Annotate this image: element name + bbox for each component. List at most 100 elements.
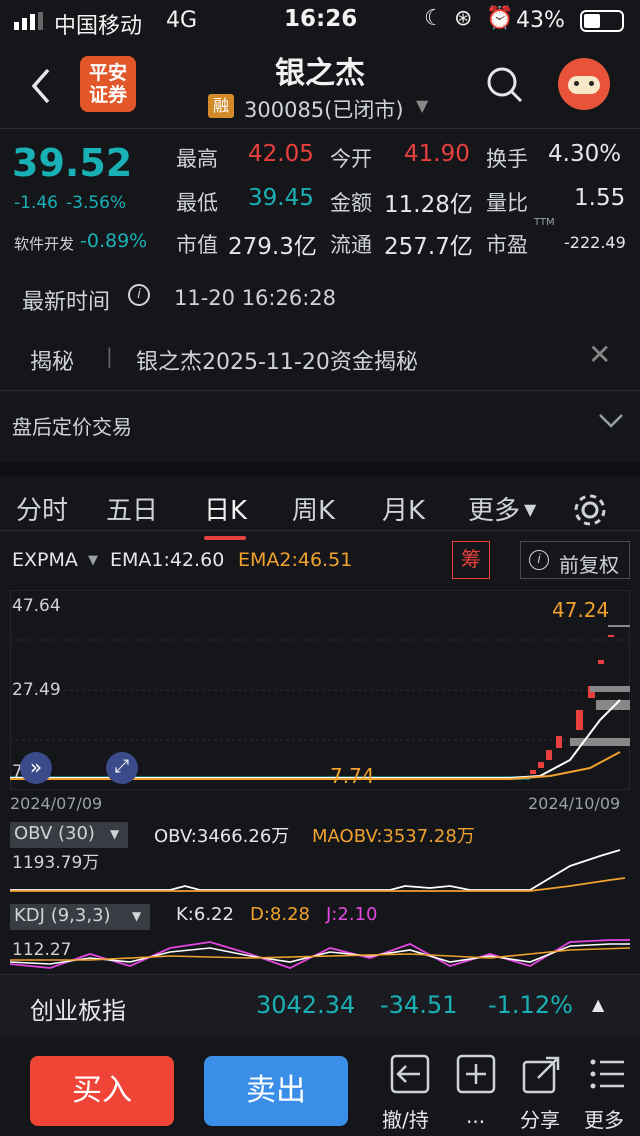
- separator: |: [106, 344, 113, 368]
- menu-icon: [590, 1059, 624, 1089]
- tab-monthly-k[interactable]: 月K: [382, 490, 425, 527]
- info-icon[interactable]: i: [128, 284, 150, 306]
- back-arrow-icon[interactable]: [28, 66, 54, 106]
- expand-left-icon[interactable]: »: [20, 752, 52, 784]
- obv-plot: [10, 849, 626, 892]
- indicator-name[interactable]: EXPMA: [12, 549, 78, 571]
- kdj-k-value: K:6.22: [176, 904, 234, 925]
- tab-more[interactable]: 更多: [468, 490, 520, 527]
- latest-time-label: 最新时间: [22, 290, 111, 315]
- open-label: 今开: [330, 147, 372, 171]
- kdj-name: KDJ (9,3,3): [14, 905, 111, 926]
- kdj-j-value: J:2.10: [326, 904, 378, 925]
- index-name: 创业板指: [30, 997, 126, 1025]
- carrier-label: 中国移动: [54, 14, 143, 39]
- pe-ttm-sup: TTM: [534, 217, 555, 228]
- kdj-d-value: D:8.28: [250, 904, 311, 925]
- tab-daily-k[interactable]: 日K: [204, 490, 247, 527]
- maobv-value: MAOBV:3537.28万: [312, 826, 475, 847]
- fullscreen-icon[interactable]: ⤢: [106, 752, 138, 784]
- open-value: 41.90: [404, 141, 470, 167]
- index-ticker[interactable]: 创业板指 3042.34 -34.51 -1.12% ▲: [0, 974, 640, 1036]
- period-tabs: 分时 五日 日K 周K 月K 更多 ▼: [0, 462, 640, 540]
- date-start: 2024/07/09: [10, 794, 103, 813]
- avatar[interactable]: [558, 58, 610, 110]
- date-end: 2024/10/09: [528, 794, 621, 813]
- more-label: 更多: [584, 1108, 624, 1132]
- alarm-icon: ⏰: [486, 6, 514, 31]
- cancel-hold-button[interactable]: 撤/持: [382, 1050, 438, 1136]
- high-value: 42.05: [248, 141, 314, 167]
- chevron-down-icon[interactable]: ▼: [416, 96, 428, 115]
- index-pct: -1.12%: [488, 991, 573, 1019]
- kdj-selector[interactable]: KDJ (9,3,3) ▼: [10, 904, 150, 930]
- high-label: 最高: [176, 147, 218, 171]
- tab-five-day[interactable]: 五日: [106, 490, 158, 527]
- cancel-order-icon: [390, 1054, 430, 1094]
- kdj-panel: KDJ (9,3,3) ▼ K:6.22 D:8.28 J:2.10 112.2…: [0, 900, 640, 974]
- market-cap-value: 279.3亿: [228, 234, 317, 260]
- current-price: 39.52: [12, 141, 133, 185]
- reveal-banner[interactable]: 揭秘 | 银之杰2025-11-20资金揭秘 ✕: [0, 326, 640, 390]
- share-label: 分享: [520, 1108, 560, 1132]
- battery-icon: [580, 10, 624, 32]
- buy-button[interactable]: 买入: [30, 1056, 174, 1126]
- after-hours-row[interactable]: 盘后定价交易: [0, 390, 640, 450]
- rotation-lock-icon: ⊛: [454, 6, 473, 31]
- caret-down-icon[interactable]: ▼: [524, 500, 536, 519]
- logo-line-2: 证券: [88, 84, 127, 106]
- close-icon[interactable]: ✕: [588, 338, 611, 371]
- amount-value: 11.28亿: [384, 192, 473, 218]
- ema2-value: EMA2:46.51: [238, 549, 353, 571]
- stock-code: 300085(已闭市): [244, 98, 404, 122]
- reveal-text: 银之杰2025-11-20资金揭秘: [136, 350, 418, 375]
- moon-icon: ☾: [424, 6, 444, 31]
- price-change-pct: -3.56%: [66, 193, 127, 213]
- sector-pct: -0.89%: [80, 230, 148, 252]
- latest-time-value: 11-20 16:26:28: [174, 286, 337, 310]
- stock-name: 银之杰: [275, 56, 365, 91]
- plus-square-icon: [456, 1054, 496, 1094]
- amount-label: 金额: [330, 191, 372, 215]
- info-icon: i: [529, 550, 549, 570]
- ema1-value: EMA1:42.60: [110, 549, 225, 571]
- market-cap-label: 市值: [176, 233, 218, 257]
- low-label: 最低: [176, 191, 218, 215]
- battery-percent: 43%: [516, 8, 565, 33]
- cancel-hold-label: 撤/持: [382, 1108, 429, 1132]
- more-button[interactable]: 更多: [584, 1050, 634, 1136]
- pe-value: -222.49: [564, 233, 626, 252]
- chevron-down-icon[interactable]: [598, 413, 624, 429]
- kline-plot: [10, 590, 630, 790]
- caret-up-icon[interactable]: ▲: [592, 995, 604, 1014]
- sector-name[interactable]: 软件开发: [14, 233, 74, 254]
- adjust-button[interactable]: i 前复权: [520, 541, 630, 579]
- obv-value: OBV:3466.26万: [154, 826, 290, 847]
- y-axis-mid: 27.49: [12, 680, 61, 700]
- add-label: ...: [466, 1104, 486, 1128]
- add-button[interactable]: ...: [454, 1050, 498, 1136]
- stock-header: 平安 证券 银之杰 融 300085(已闭市) ▼: [0, 42, 640, 128]
- share-icon: [522, 1056, 560, 1094]
- sell-button[interactable]: 卖出: [204, 1056, 348, 1126]
- float-cap-value: 257.7亿: [384, 234, 473, 260]
- caret-down-icon: ▼: [132, 909, 142, 923]
- kline-chart[interactable]: 47.64 27.49 7. 47.24 7.74 » ⤢ 2024/07/09…: [0, 588, 640, 818]
- low-marker: 7.74: [330, 764, 375, 788]
- tab-intraday[interactable]: 分时: [16, 490, 68, 527]
- expma-bar: EXPMA ▼ EMA1:42.60 EMA2:46.51 筹 i 前复权: [0, 530, 640, 588]
- y-axis-top: 47.64: [12, 596, 61, 616]
- volume-ratio-value: 1.55: [574, 185, 626, 211]
- chip-distribution-button[interactable]: 筹: [452, 541, 490, 579]
- obv-selector[interactable]: OBV (30) ▼: [10, 822, 128, 848]
- pe-label: 市盈: [486, 233, 528, 257]
- share-button[interactable]: 分享: [518, 1050, 568, 1136]
- tab-weekly-k[interactable]: 周K: [292, 490, 335, 527]
- gear-icon[interactable]: [572, 492, 608, 528]
- search-icon[interactable]: [486, 66, 524, 104]
- network-label: 4G: [166, 8, 198, 33]
- low-value: 39.45: [248, 185, 314, 211]
- broker-logo[interactable]: 平安 证券: [80, 56, 136, 112]
- caret-down-icon[interactable]: ▼: [88, 553, 98, 568]
- adjust-label: 前复权: [559, 553, 619, 577]
